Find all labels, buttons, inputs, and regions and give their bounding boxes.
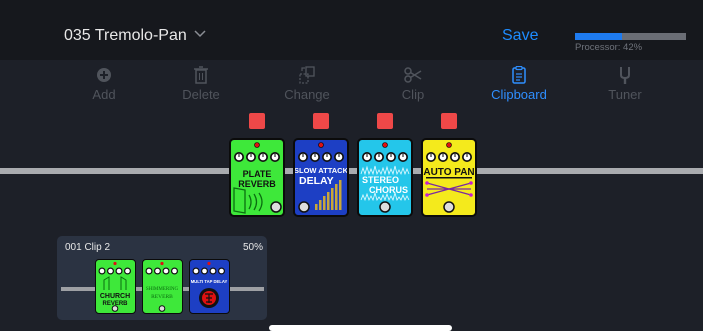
tuner-fork-icon bbox=[620, 67, 630, 84]
clip-pedal-multi-tap-delay[interactable]: MULTI TAP DELAY bbox=[189, 259, 230, 314]
clip-pedal-name-line1: SHIMMERING bbox=[146, 287, 179, 292]
clip-pedal-multi-tap-delay-art: MULTI TAP DELAY bbox=[191, 261, 228, 308]
pedal-name-line1: SLOW ATTACK bbox=[295, 166, 347, 175]
pedal-name-line2: REVERB bbox=[238, 179, 276, 189]
toolbar-change-button[interactable]: Change bbox=[267, 66, 347, 102]
clip-pedal-name-line1: CHURCH bbox=[100, 293, 130, 300]
pedal-auto-pan-art: AUTO PAN bbox=[423, 142, 475, 213]
save-button[interactable]: Save bbox=[502, 27, 538, 45]
pedal-toggle-stereo-chorus[interactable] bbox=[377, 113, 393, 129]
toolbar-delete-button[interactable]: Delete bbox=[161, 66, 241, 102]
chevron-down-icon[interactable] bbox=[193, 29, 207, 39]
plus-circle-icon bbox=[97, 68, 111, 82]
preset-name[interactable]: 035 Tremolo-Pan bbox=[64, 27, 187, 45]
clip-pedal-shimmering-reverb[interactable]: SHIMMERING REVERB bbox=[142, 259, 183, 314]
pedal-name-line2: DELAY bbox=[299, 175, 334, 187]
toolbar-add-button[interactable]: Add bbox=[64, 66, 144, 102]
toolbar-clipboard-button[interactable]: Clipboard bbox=[479, 66, 559, 102]
pedal-slow-attack-delay-art: SLOW ATTACK DELAY bbox=[295, 142, 347, 213]
clip-title: 001 Clip 2 bbox=[65, 242, 111, 253]
top-bar: 035 Tremolo-Pan Save Processor: 42% bbox=[0, 0, 703, 60]
knob-icon bbox=[145, 267, 178, 275]
pedal-plate-reverb[interactable]: PLATE REVERB bbox=[229, 138, 285, 217]
clip-pedal-church-reverb[interactable]: CHURCH REVERB bbox=[95, 259, 136, 314]
clip-percent: 50% bbox=[242, 242, 263, 253]
pedal-auto-pan[interactable]: AUTO PAN bbox=[421, 138, 477, 217]
processor-meter-fill bbox=[575, 33, 622, 40]
pedal-plate-reverb-art: PLATE REVERB bbox=[233, 142, 282, 214]
pedal-name-line1: PLATE bbox=[243, 169, 272, 179]
pedal-stereo-chorus-art: STEREO CHORUS bbox=[360, 142, 410, 213]
home-indicator bbox=[269, 325, 452, 331]
knob-icon bbox=[362, 152, 408, 162]
signal-chain-line bbox=[0, 168, 703, 174]
knob-icon bbox=[234, 152, 280, 162]
toolbar-clip-label: Clip bbox=[401, 87, 425, 102]
change-icon bbox=[299, 66, 315, 84]
knob-icon bbox=[192, 267, 225, 275]
pedal-name-line1: STEREO bbox=[362, 175, 399, 185]
knob-icon bbox=[298, 152, 344, 162]
trash-icon bbox=[194, 66, 208, 84]
processor-meter bbox=[575, 33, 686, 40]
pedal-name-line1: AUTO PAN bbox=[423, 167, 474, 178]
pedal-stereo-chorus[interactable]: STEREO CHORUS bbox=[357, 138, 413, 217]
clip-card[interactable]: 001 Clip 2 50% CHURCH REVERB SHIMMERING … bbox=[57, 236, 267, 320]
clipboard-icon bbox=[512, 66, 526, 84]
knob-icon bbox=[426, 152, 472, 162]
pedal-toggle-slow-attack-delay[interactable] bbox=[313, 113, 329, 129]
scissors-icon bbox=[404, 67, 422, 83]
clip-pedal-name-line1: MULTI TAP DELAY bbox=[191, 279, 228, 284]
toolbar-tuner-button[interactable]: Tuner bbox=[585, 66, 665, 102]
toolbar-delete-label: Delete bbox=[182, 87, 220, 102]
clip-pedal-name-line2: REVERB bbox=[151, 294, 173, 300]
pedal-toggle-plate-reverb[interactable] bbox=[249, 113, 265, 129]
clip-pedal-church-reverb-art: CHURCH REVERB bbox=[98, 261, 131, 312]
toolbar-clip-button[interactable]: Clip bbox=[373, 66, 453, 102]
pedal-toggle-auto-pan[interactable] bbox=[441, 113, 457, 129]
pedal-slow-attack-delay[interactable]: SLOW ATTACK DELAY bbox=[293, 138, 349, 217]
toolbar-clipboard-label: Clipboard bbox=[491, 87, 547, 102]
toolbar-tuner-label: Tuner bbox=[608, 87, 642, 102]
toolbar-add-label: Add bbox=[92, 87, 116, 102]
knob-icon bbox=[98, 267, 131, 275]
processor-label: Processor: 42% bbox=[575, 42, 643, 53]
toolbar-change-label: Change bbox=[284, 87, 330, 102]
clip-pedal-shimmering-reverb-art: SHIMMERING REVERB bbox=[145, 261, 179, 312]
